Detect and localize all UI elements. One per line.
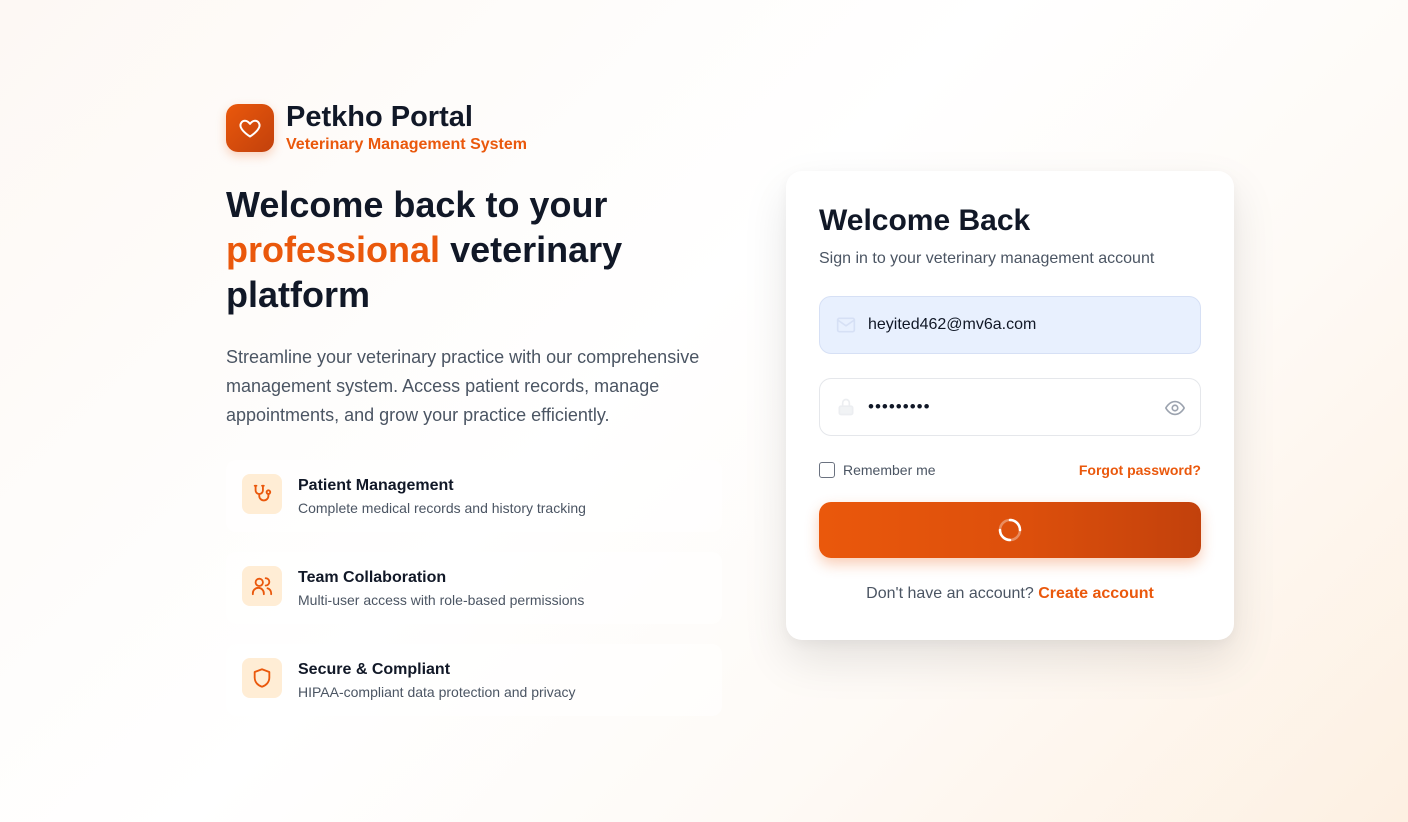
lock-icon <box>838 398 854 416</box>
intro-panel: Petkho Portal Veterinary Management Syst… <box>226 100 726 736</box>
feature-title: Patient Management <box>298 477 454 494</box>
login-card: Welcome Back Sign in to your veterinary … <box>786 171 1234 640</box>
signup-prompt: Don't have an account? Create account <box>819 585 1201 603</box>
password-field[interactable] <box>868 379 1148 435</box>
feature-icon-box <box>242 658 282 698</box>
feature-description: HIPAA-compliant data protection and priv… <box>298 684 576 700</box>
headline-accent: professional <box>226 229 441 270</box>
forgot-password-link[interactable]: Forgot password? <box>1079 462 1201 478</box>
users-icon <box>251 577 273 596</box>
eye-icon[interactable] <box>1164 397 1186 419</box>
login-subtitle: Sign in to your veterinary management ac… <box>819 250 1155 267</box>
feature-item-secure-compliant: Secure & Compliant HIPAA-compliant data … <box>226 644 722 716</box>
create-account-link[interactable]: Create account <box>1038 585 1154 602</box>
email-field-wrapper <box>819 296 1201 354</box>
feature-item-team-collaboration: Team Collaboration Multi-user access wit… <box>226 552 722 624</box>
remember-me[interactable]: Remember me <box>819 462 936 478</box>
remember-me-label: Remember me <box>843 462 936 478</box>
headline-part2: veterinary <box>450 229 623 270</box>
email-field[interactable] <box>868 297 1148 353</box>
feature-list: Patient Management Complete medical reco… <box>226 460 726 716</box>
mail-icon <box>836 317 856 333</box>
heart-icon <box>239 119 261 138</box>
password-field-wrapper <box>819 378 1201 436</box>
feature-title: Team Collaboration <box>298 569 447 586</box>
login-options-row: Remember me Forgot password? <box>819 462 1201 478</box>
brand-logo <box>226 104 274 152</box>
sign-in-button[interactable] <box>819 502 1201 558</box>
feature-description: Complete medical records and history tra… <box>298 500 586 516</box>
no-account-text: Don't have an account? <box>866 585 1034 602</box>
feature-title: Secure & Compliant <box>298 661 451 678</box>
remember-me-checkbox[interactable] <box>819 462 835 478</box>
login-title: Welcome Back <box>819 204 1031 237</box>
headline-part3: platform <box>226 274 370 315</box>
hero-headline: Welcome back to your professional veteri… <box>226 182 726 317</box>
shield-icon <box>253 668 271 688</box>
feature-icon-box <box>242 566 282 606</box>
stethoscope-icon <box>253 484 272 502</box>
hero-description: Streamline your veterinary practice with… <box>226 347 700 425</box>
brand: Petkho Portal Veterinary Management Syst… <box>226 100 726 156</box>
feature-item-patient-management: Patient Management Complete medical reco… <box>226 460 722 532</box>
loading-spinner-icon <box>998 518 1022 542</box>
headline-part1: Welcome back to your <box>226 184 608 225</box>
feature-icon-box <box>242 474 282 514</box>
brand-subtitle: Veterinary Management System <box>286 136 527 153</box>
brand-title: Petkho Portal <box>286 101 473 133</box>
feature-description: Multi-user access with role-based permis… <box>298 592 585 608</box>
